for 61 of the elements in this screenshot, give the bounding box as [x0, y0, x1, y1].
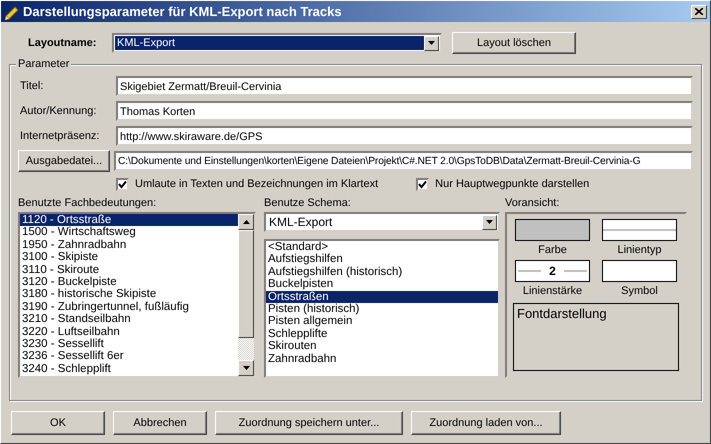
- field-label: Internetpräsenz:: [19, 130, 100, 142]
- path-field[interactable]: C:\Dokumente und Einstellungen\korten\Eigene Dateien\Projekt\C#.NET 2.0\GpsToDB\Data\Zermatt-Breuil-Cervinia-G: [114, 150, 693, 170]
- line-width-sample: 2: [515, 260, 590, 282]
- list-item[interactable]: Buckelpisten: [266, 278, 498, 291]
- field-label: Titel:: [19, 80, 44, 92]
- layout-label: Layoutname:: [27, 37, 98, 49]
- checkbox-label: Umlaute in Texten und Bezeichnungen im Klartext: [135, 178, 378, 190]
- checkbox-label: Nur Hauptwegpunkte darstellen: [435, 178, 590, 190]
- checkbox[interactable]: [416, 178, 430, 190]
- list-item[interactable]: 1500 - Wirtschaftsweg: [20, 226, 238, 239]
- field-label: Autor/Kennung:: [19, 104, 98, 116]
- list-item[interactable]: 3190 - Zubringertunnel, fußläufig: [20, 300, 238, 314]
- list-item[interactable]: <Standard>: [266, 241, 498, 254]
- list-item[interactable]: 3220 - Luftseilbahn: [20, 326, 238, 338]
- font-sample: Fontdarstellung: [513, 303, 679, 371]
- list-item[interactable]: 3100 - Skipiste: [20, 251, 238, 264]
- list-item[interactable]: Skirouten: [266, 340, 498, 353]
- list-item[interactable]: 3236 - Sessellift 6er: [20, 350, 238, 363]
- list-label: Voransicht:: [505, 197, 560, 209]
- list-item[interactable]: 1950 - Zahnradbahn: [20, 238, 238, 252]
- delete-layout-button[interactable]: Layout löschen: [452, 32, 576, 54]
- list-item[interactable]: Aufstiegshilfen (historisch): [266, 266, 498, 278]
- list-item[interactable]: Schlepplifte: [266, 328, 498, 340]
- preview-label: Farbe: [538, 244, 567, 256]
- window-title: Darstellungsparameter für KML-Export nach Tracks: [23, 4, 343, 19]
- group-legend: Parameter: [16, 58, 72, 70]
- list-item[interactable]: 3210 - Standseilbahn: [20, 313, 238, 326]
- list-item[interactable]: 1120 - Ortsstraße: [20, 214, 238, 226]
- list-label: Benutzte Fachbedeutungen:: [18, 197, 158, 209]
- list-label: Benutze Schema:: [264, 197, 352, 209]
- schema-dropdown[interactable]: KML-Export: [264, 212, 500, 232]
- list-item[interactable]: 3240 - Schlepplift: [20, 362, 238, 376]
- dialog-button[interactable]: Zuordnung laden von...: [411, 411, 561, 435]
- layout-dropdown[interactable]: KML-Export: [112, 33, 442, 53]
- scroll-thumb[interactable]: [238, 230, 254, 338]
- scrollbar[interactable]: [238, 214, 254, 376]
- list-item[interactable]: Pisten (historisch): [266, 302, 498, 316]
- list-item[interactable]: 3110 - Skiroute: [20, 264, 238, 276]
- list-item[interactable]: Zahnradbahn: [266, 352, 498, 365]
- preview-label: Linientyp: [617, 244, 662, 256]
- text-field[interactable]: Skigebiet Zermatt/Breuil-Cervinia: [116, 76, 693, 96]
- dialog-button[interactable]: OK: [11, 411, 105, 435]
- dialog-button[interactable]: Zuordnung speichern unter...: [215, 411, 403, 435]
- output-file-button[interactable]: Ausgabedatei...: [18, 150, 110, 172]
- preview-label: Symbol: [621, 285, 658, 297]
- scroll-up-icon[interactable]: [242, 220, 250, 224]
- text-field[interactable]: Thomas Korten: [116, 100, 693, 120]
- list-item[interactable]: Pisten allgemein: [266, 315, 498, 328]
- pencil-icon: [4, 4, 20, 20]
- text-field[interactable]: http://www.skiraware.de/GPS: [116, 126, 693, 146]
- close-button[interactable]: [691, 4, 707, 18]
- scroll-down-icon[interactable]: [242, 366, 250, 370]
- list-item[interactable]: 3180 - historische Skipiste: [20, 288, 238, 301]
- list-item[interactable]: Aufstiegshilfen: [266, 253, 498, 266]
- close-icon: [695, 8, 703, 15]
- list-item[interactable]: 3120 - Buckelpiste: [20, 276, 238, 288]
- list-item[interactable]: Ortsstraßen: [266, 290, 498, 303]
- checkbox[interactable]: [116, 178, 129, 190]
- preview-label: Linienstärke: [522, 285, 582, 297]
- list-item[interactable]: 3230 - Sessellift: [20, 338, 238, 350]
- dialog-button[interactable]: Abbrechen: [113, 411, 207, 435]
